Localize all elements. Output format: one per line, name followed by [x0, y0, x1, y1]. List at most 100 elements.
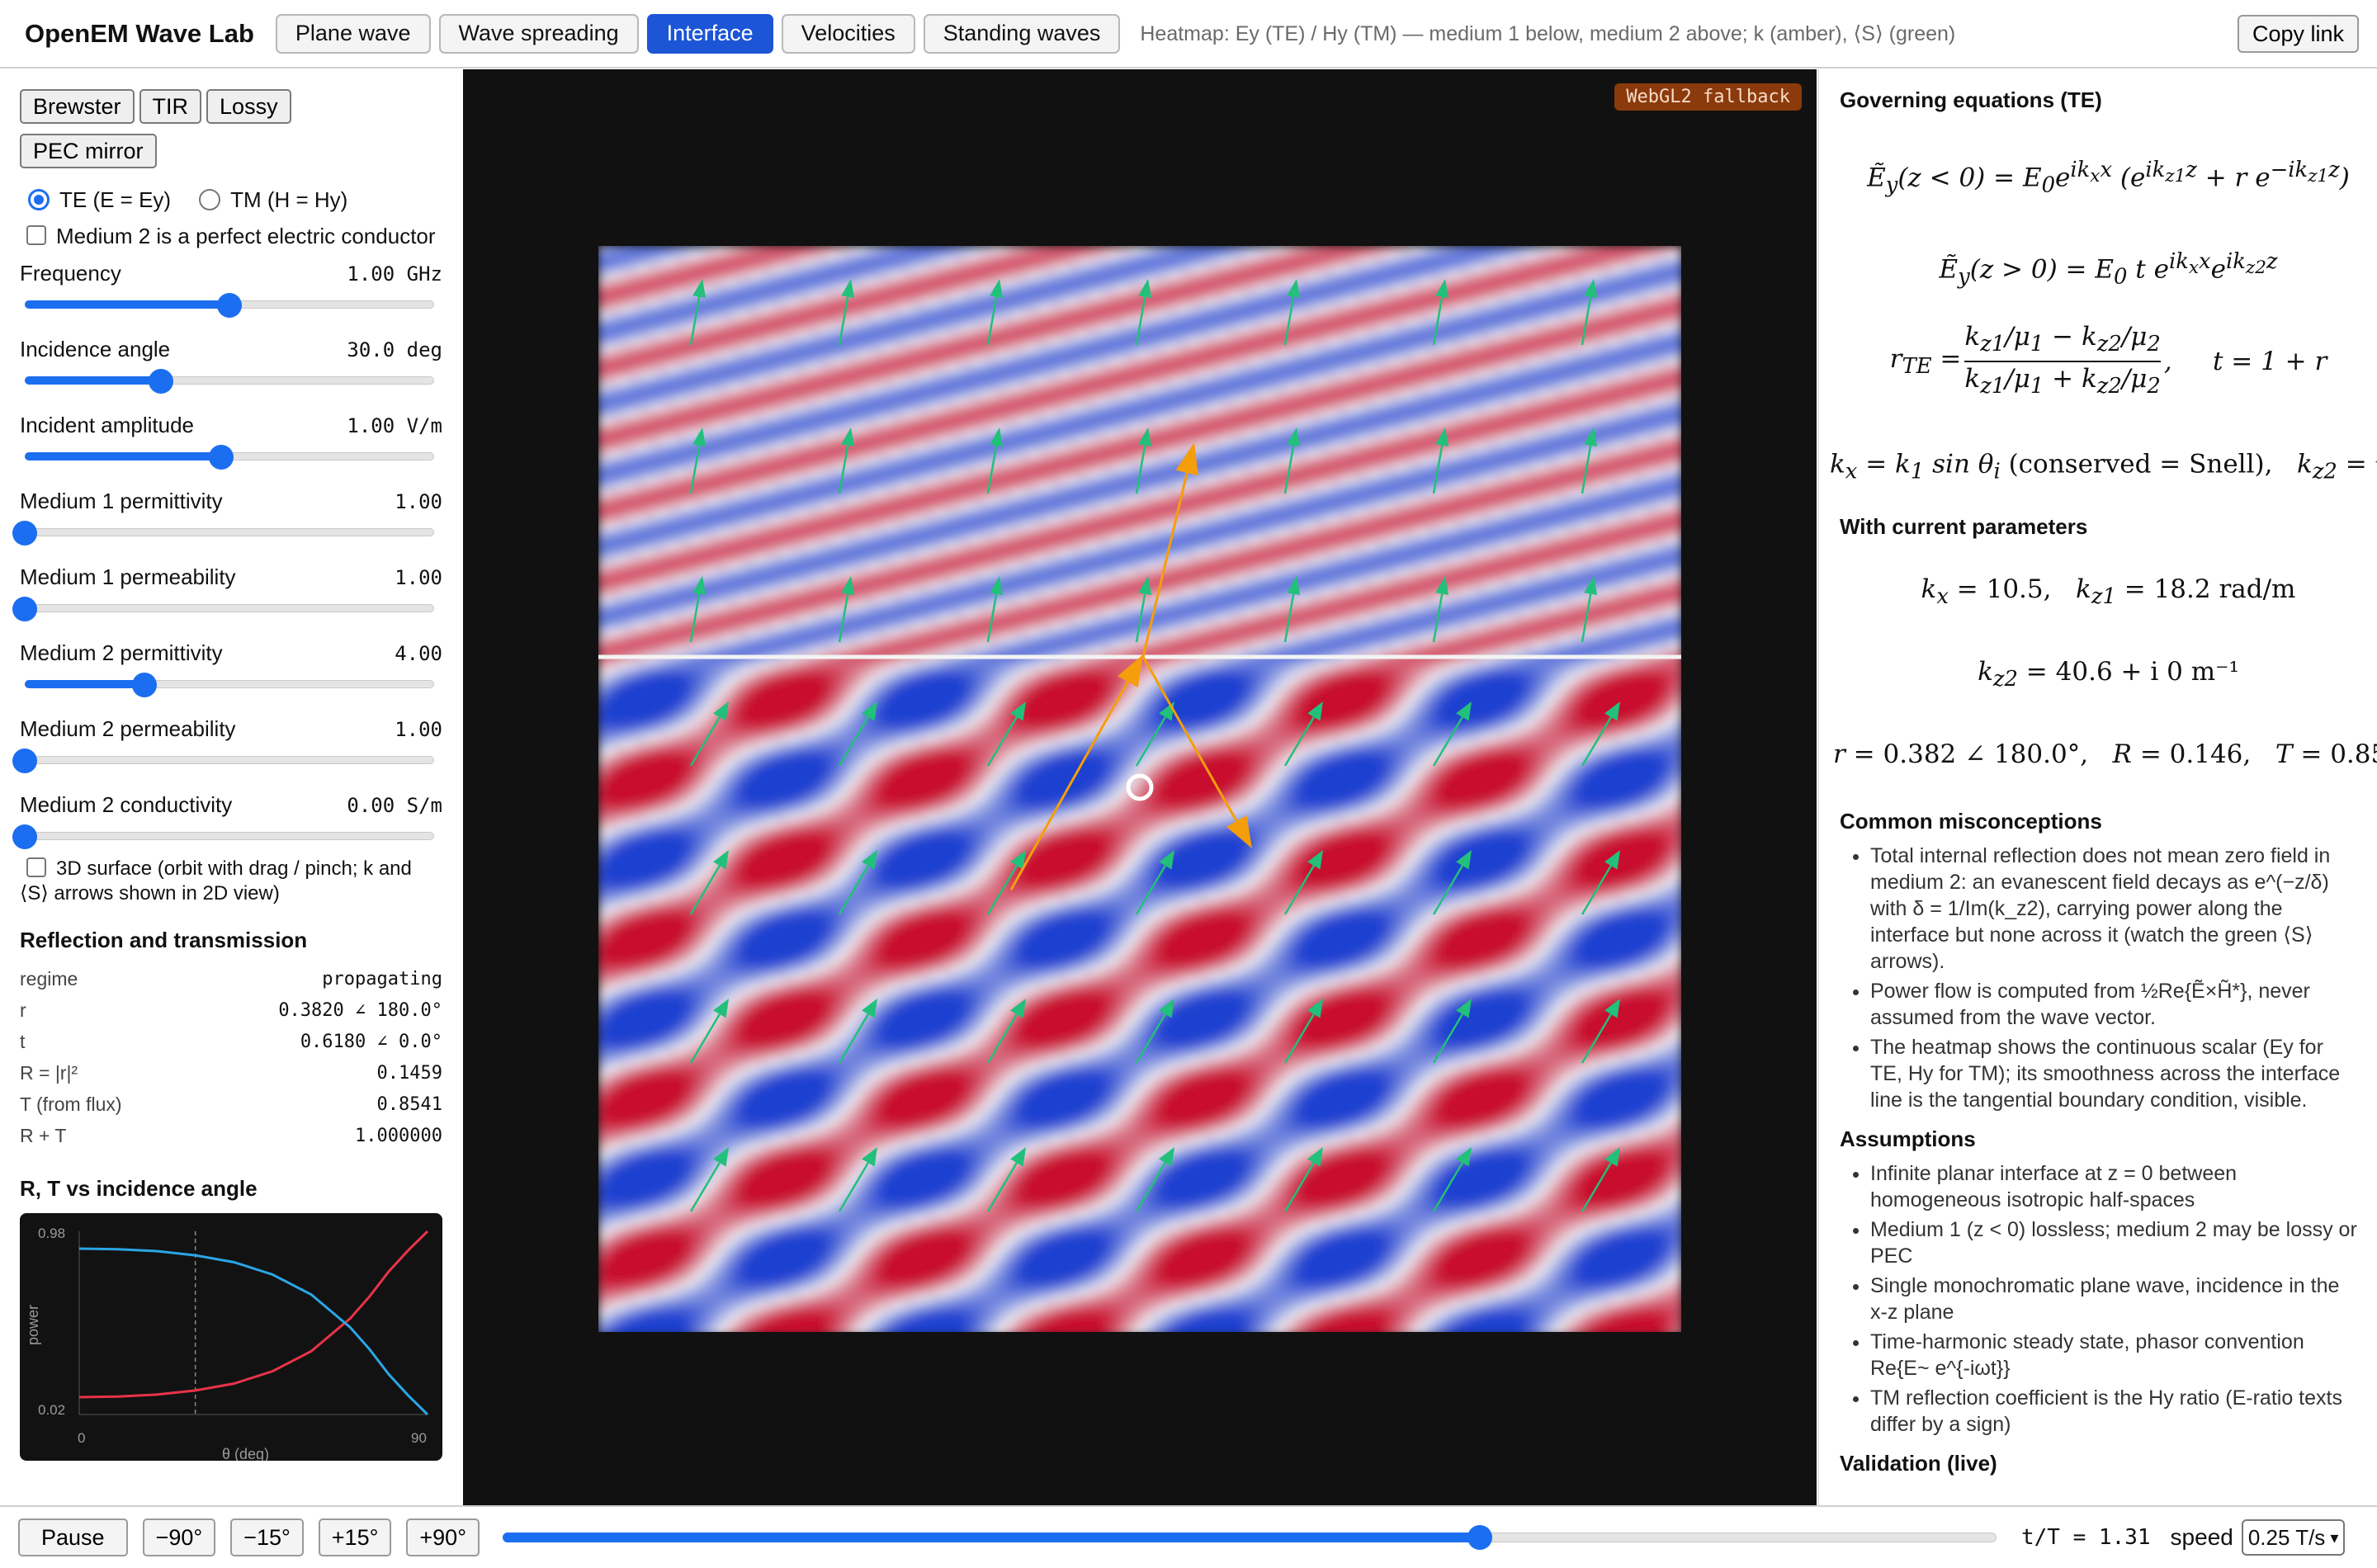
medium2-permeability-slider[interactable]: [12, 741, 434, 781]
field-cell: [1615, 266, 1623, 273]
field-cell: [1424, 292, 1431, 300]
field-cell: [1272, 272, 1279, 280]
field-cell: [1417, 437, 1425, 445]
field-cell: [1437, 272, 1444, 280]
field-cell: [862, 424, 870, 432]
slider-label: Medium 1 permittivity: [20, 489, 223, 514]
field-cell: [638, 437, 645, 445]
tab-plane-wave[interactable]: Plane wave: [275, 13, 431, 54]
field-cell: [1411, 266, 1418, 273]
slider-thumb[interactable]: [12, 824, 37, 849]
field-cell: [1556, 299, 1563, 306]
copy-link-button[interactable]: Copy link: [2237, 15, 2359, 53]
field-cell: [763, 286, 771, 293]
field-cell: [1642, 319, 1649, 326]
medium1-permeability-slider[interactable]: [12, 589, 434, 629]
slider-thumb[interactable]: [209, 445, 234, 470]
field-cell: [1351, 299, 1359, 306]
pec-option: Medium 2 is a perfect electric conductor: [20, 223, 442, 249]
slider-thumb[interactable]: [12, 521, 37, 545]
tab-standing-waves[interactable]: Standing waves: [923, 13, 1121, 54]
field-cell: [763, 332, 771, 339]
field-cell: [1437, 259, 1444, 267]
field-cell: [1470, 398, 1477, 405]
field-cell: [935, 437, 943, 445]
field-cell: [1536, 378, 1543, 385]
preset-lossy-button[interactable]: Lossy: [206, 89, 291, 124]
field-cell: [1259, 312, 1266, 319]
field-cell: [1226, 312, 1233, 319]
frequency-slider[interactable]: [25, 286, 434, 325]
field-cell: [902, 266, 910, 273]
field-cell: [750, 431, 758, 438]
medium1-permittivity-slider[interactable]: [12, 513, 434, 553]
field-view[interactable]: WebGL2 fallback: [463, 69, 1817, 1505]
surface-3d-checkbox[interactable]: [26, 857, 46, 877]
field-cell: [1378, 391, 1385, 399]
field-cell: [862, 286, 870, 293]
field-cell: [631, 319, 639, 326]
field-cell: [631, 253, 639, 260]
field-cell: [889, 332, 896, 339]
field-cell: [909, 292, 916, 300]
field-cell: [909, 272, 916, 280]
preset-pec-mirror-button[interactable]: PEC mirror: [20, 134, 157, 168]
field-cell: [829, 411, 837, 418]
field-heatmap[interactable]: [598, 246, 1681, 1332]
field-cell: [1133, 272, 1141, 280]
field-cell: [1080, 272, 1088, 280]
field-cell: [598, 259, 606, 267]
field-cell: [783, 266, 791, 273]
field-cell: [962, 365, 969, 372]
slider-thumb[interactable]: [149, 369, 174, 394]
field-cell: [1318, 411, 1326, 418]
field-cell: [922, 378, 929, 385]
tab-velocities[interactable]: Velocities: [781, 13, 915, 54]
field-cell: [955, 404, 962, 412]
field-cell: [1384, 286, 1392, 293]
medium2-conductivity-slider[interactable]: [12, 817, 434, 857]
slider-thumb[interactable]: [217, 293, 242, 318]
incident-amplitude-slider[interactable]: [25, 437, 434, 477]
field-cell: [1655, 332, 1662, 339]
field-cell: [1562, 411, 1570, 418]
field-cell: [1444, 385, 1451, 392]
field-cell: [730, 385, 738, 392]
field-cell: [691, 352, 698, 359]
field-cell: [1470, 312, 1477, 319]
field-cell: [909, 279, 916, 286]
field-cell: [942, 371, 949, 379]
tm-radio[interactable]: [199, 189, 221, 210]
field-cell: [1080, 253, 1088, 260]
field-cell: [1107, 398, 1114, 405]
tab-interface[interactable]: Interface: [646, 13, 773, 54]
field-cell: [1127, 312, 1134, 319]
field-cell: [1212, 338, 1220, 346]
field-cell: [618, 286, 626, 293]
tab-wave-spreading[interactable]: Wave spreading: [438, 13, 639, 54]
slider-thumb[interactable]: [12, 749, 37, 773]
field-cell: [1113, 365, 1121, 372]
field-cell: [1589, 319, 1596, 326]
preset-brewster-button[interactable]: Brewster: [20, 89, 135, 124]
field-cell: [1094, 325, 1101, 333]
slider-thumb[interactable]: [132, 673, 158, 697]
pec-checkbox[interactable]: [26, 225, 46, 246]
field-cell: [1239, 404, 1246, 412]
field-cell: [1193, 398, 1200, 405]
field-cell: [1311, 325, 1319, 333]
slider-thumb[interactable]: [12, 597, 37, 621]
field-cell: [796, 253, 804, 260]
medium2-permittivity-slider[interactable]: [25, 665, 434, 705]
field-cell: [1047, 286, 1055, 293]
field-cell: [1628, 424, 1636, 432]
preset-tir-button[interactable]: TIR: [139, 89, 202, 124]
field-cell: [962, 398, 969, 405]
field-cell: [671, 418, 678, 425]
incidence-angle-slider[interactable]: [25, 361, 434, 401]
field-cell: [678, 404, 685, 412]
field-cell: [1404, 299, 1411, 306]
field-cell: [1133, 286, 1141, 293]
te-radio[interactable]: [28, 189, 50, 210]
field-cell: [704, 272, 711, 280]
